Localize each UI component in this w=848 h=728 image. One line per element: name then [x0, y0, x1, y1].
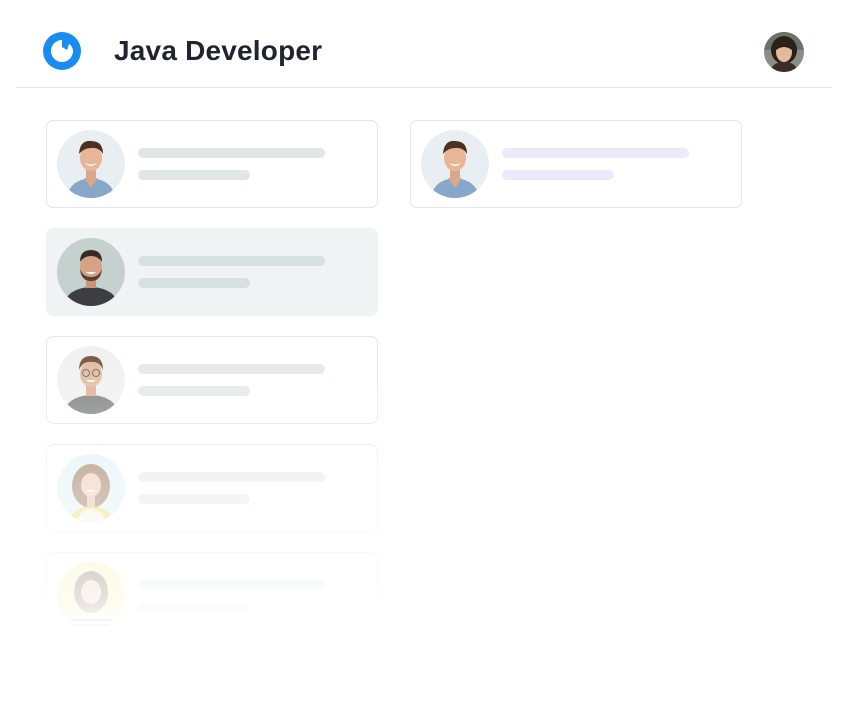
name-skeleton-line [138, 580, 325, 590]
candidate-avatar [57, 346, 125, 414]
candidate-avatar [57, 562, 125, 630]
candidate-avatar [421, 130, 489, 198]
detail-skeleton-line [138, 602, 250, 612]
candidate-avatar [57, 238, 125, 306]
candidate-card[interactable] [46, 336, 378, 424]
candidate-card-selected[interactable] [46, 228, 378, 316]
brand-logo-icon[interactable] [42, 31, 82, 71]
candidate-card-accent[interactable] [410, 120, 742, 208]
detail-skeleton-line [138, 494, 250, 504]
detail-skeleton-line [138, 278, 250, 288]
name-skeleton-line [502, 148, 689, 158]
name-skeleton-line [138, 256, 325, 266]
detail-skeleton-line [138, 386, 250, 396]
candidate-card[interactable] [46, 120, 378, 208]
detail-skeleton-line [138, 170, 250, 180]
page-title: Java Developer [114, 35, 323, 66]
user-avatar[interactable] [764, 32, 804, 72]
name-skeleton-line [138, 148, 325, 158]
header: Java Developer [16, 0, 832, 88]
detail-skeleton-line [502, 170, 614, 180]
name-skeleton-line [138, 364, 325, 374]
candidate-avatar [57, 454, 125, 522]
candidate-avatar [57, 130, 125, 198]
candidate-card[interactable] [46, 444, 378, 532]
candidate-card[interactable] [46, 552, 378, 640]
name-skeleton-line [138, 472, 325, 482]
